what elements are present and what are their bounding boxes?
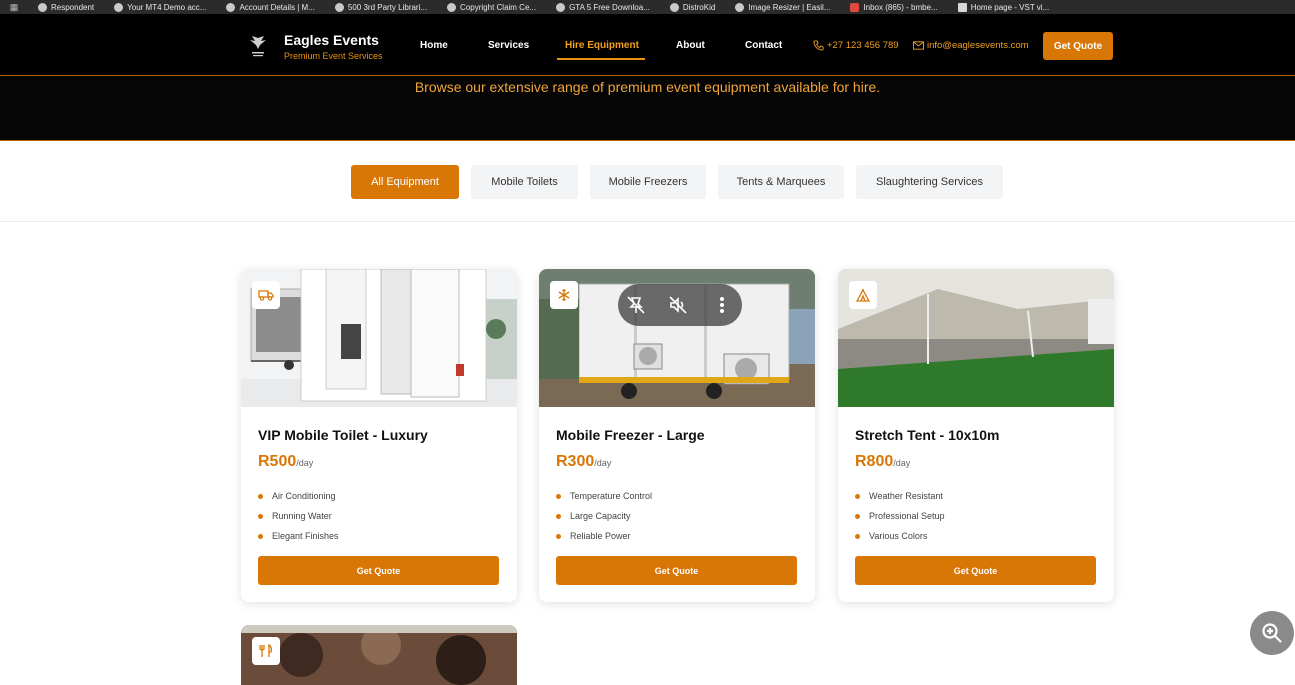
card-title: VIP Mobile Toilet - Luxury: [258, 427, 428, 443]
phone-number: +27 123 456 789: [827, 40, 899, 51]
zoom-button[interactable]: [1250, 611, 1294, 655]
filter-mobile-toilets[interactable]: Mobile Toilets: [471, 165, 578, 199]
feature-item: Temperature Control: [556, 486, 652, 506]
globe-icon: [669, 2, 679, 12]
equipment-card: Stretch Tent - 10x10m R800/day Weather R…: [838, 269, 1114, 602]
card-title: Stretch Tent - 10x10m: [855, 427, 1000, 443]
mute-icon[interactable]: [668, 295, 688, 315]
globe-icon: [38, 2, 47, 12]
nav-contact[interactable]: Contact: [745, 40, 782, 51]
bullet-icon: [556, 513, 561, 519]
nav-home[interactable]: Home: [420, 40, 448, 51]
product-image: [838, 269, 1114, 407]
feature-item: Reliable Power: [556, 526, 652, 546]
price-period: /day: [893, 458, 911, 468]
get-quote-button[interactable]: Get Quote: [258, 556, 499, 585]
globe-icon: [114, 2, 124, 12]
bullet-icon: [258, 513, 263, 519]
filter-tents-marquees[interactable]: Tents & Marquees: [718, 165, 844, 199]
brand-tagline: Premium Event Services: [284, 51, 383, 61]
globe-icon: [447, 2, 457, 12]
bullet-icon: [258, 493, 263, 499]
bookmark-item[interactable]: DistroKid: [660, 0, 725, 14]
feature-item: Professional Setup: [855, 506, 945, 526]
phone-link[interactable]: +27 123 456 789: [813, 40, 899, 51]
bullet-icon: [855, 513, 860, 519]
video-overlay-controls: [618, 284, 742, 326]
mail-icon: [913, 41, 924, 50]
more-options-icon[interactable]: [716, 295, 728, 315]
globe-icon: [556, 2, 566, 12]
bullet-icon: [855, 533, 860, 539]
feature-item: Weather Resistant: [855, 486, 945, 506]
equipment-card: VIP Mobile Toilet - Luxury R500/day Air …: [241, 269, 517, 602]
snowflake-icon: [550, 281, 578, 309]
bullet-icon: [855, 493, 860, 499]
get-quote-button[interactable]: Get Quote: [855, 556, 1096, 585]
bookmark-item[interactable]: Inbox (865) - bmbe...: [840, 0, 947, 14]
filter-all-equipment[interactable]: All Equipment: [351, 165, 459, 199]
hero-subtitle: Browse our extensive range of premium ev…: [414, 79, 881, 95]
feature-item: Elegant Finishes: [258, 526, 339, 546]
bullet-icon: [556, 493, 561, 499]
pin-off-icon[interactable]: [626, 295, 646, 315]
feature-item: Air Conditioning: [258, 486, 339, 506]
category-filter-bar: All Equipment Mobile Toilets Mobile Free…: [0, 142, 1295, 222]
price-amount: R500: [258, 453, 297, 470]
hero-section: Browse our extensive range of premium ev…: [0, 76, 1295, 141]
card-title: Mobile Freezer - Large: [556, 427, 705, 443]
filter-mobile-freezers[interactable]: Mobile Freezers: [590, 165, 706, 199]
bookmark-item[interactable]: Home page - VST vi...: [948, 0, 1060, 14]
product-image: [241, 625, 517, 685]
product-image: [241, 269, 517, 407]
globe-icon: [735, 2, 745, 12]
email-link[interactable]: info@eaglesevents.com: [913, 40, 1029, 51]
nav-about[interactable]: About: [676, 40, 705, 51]
page-icon: [957, 2, 967, 12]
card-price: R800/day: [855, 453, 910, 471]
bookmark-item[interactable]: Your MT4 Demo acc...: [104, 0, 216, 14]
bookmark-item[interactable]: 500 3rd Party Librari...: [325, 0, 437, 14]
get-quote-button[interactable]: Get Quote: [556, 556, 797, 585]
email-address: info@eaglesevents.com: [927, 40, 1029, 51]
card-price: R300/day: [556, 453, 611, 471]
utensils-icon: [252, 637, 280, 665]
feature-list: Temperature Control Large Capacity Relia…: [556, 486, 652, 546]
feature-list: Weather Resistant Professional Setup Var…: [855, 486, 945, 546]
globe-icon: [226, 2, 236, 12]
brand-name[interactable]: Eagles Events: [284, 32, 379, 48]
bookmark-item[interactable]: Copyright Claim Ce...: [437, 0, 546, 14]
bullet-icon: [258, 533, 263, 539]
header-get-quote-button[interactable]: Get Quote: [1043, 32, 1113, 60]
truck-icon: [252, 281, 280, 309]
site-header: Eagles Events Premium Event Services Hom…: [0, 14, 1295, 76]
feature-item: Running Water: [258, 506, 339, 526]
equipment-card: [241, 625, 517, 685]
bookmark-item[interactable]: GTA 5 Free Downloa...: [546, 0, 660, 14]
eagle-logo-icon[interactable]: [248, 35, 268, 59]
price-amount: R300: [556, 453, 595, 470]
card-price: R500/day: [258, 453, 313, 471]
gmail-icon: [850, 2, 860, 12]
zoom-in-icon: [1262, 623, 1282, 643]
bookmarks-bar: ▦ Respondent Your MT4 Demo acc... Accoun…: [0, 0, 1295, 14]
bookmark-item[interactable]: Account Details | M...: [216, 0, 324, 14]
apps-grid-icon[interactable]: ▦: [0, 0, 28, 14]
bookmark-item[interactable]: Respondent: [28, 0, 104, 14]
feature-item: Large Capacity: [556, 506, 652, 526]
price-period: /day: [296, 458, 314, 468]
feature-list: Air Conditioning Running Water Elegant F…: [258, 486, 339, 546]
filter-slaughtering-services[interactable]: Slaughtering Services: [856, 165, 1003, 199]
phone-icon: [813, 40, 824, 51]
price-amount: R800: [855, 453, 894, 470]
nav-hire-equipment[interactable]: Hire Equipment: [565, 40, 639, 51]
bullet-icon: [556, 533, 561, 539]
nav-services[interactable]: Services: [488, 40, 529, 51]
feature-item: Various Colors: [855, 526, 945, 546]
globe-icon: [334, 2, 344, 12]
tent-icon: [849, 281, 877, 309]
price-period: /day: [594, 458, 612, 468]
bookmark-item[interactable]: Image Resizer | Easil...: [725, 0, 840, 14]
active-nav-underline: [557, 58, 645, 60]
